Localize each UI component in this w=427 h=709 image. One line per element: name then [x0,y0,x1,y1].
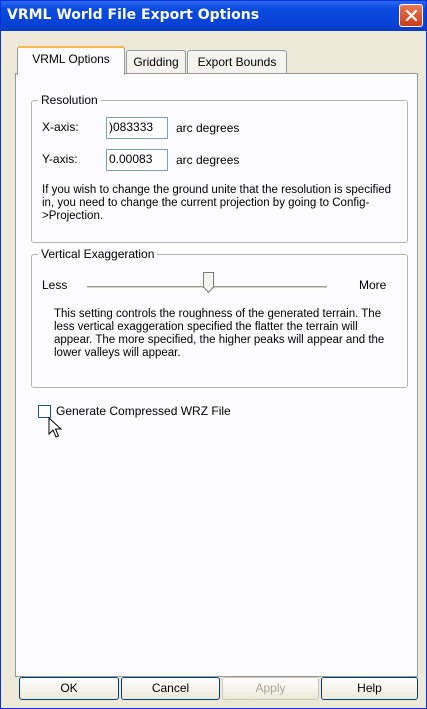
cancel-button[interactable]: Cancel [121,677,220,700]
mouse-pointer-icon [48,416,63,438]
generate-wrz-label[interactable]: Generate Compressed WRZ File [56,404,231,418]
resolution-group: Resolution X-axis: )083333 arc degrees Y… [31,92,408,243]
window-title: VRML World File Export Options [7,7,260,23]
slider-more-label: More [359,278,387,292]
vertical-exaggeration-group: Vertical Exaggeration Less More This set… [31,246,408,388]
slider-less-label: Less [42,278,68,292]
vertical-exaggeration-legend: Vertical Exaggeration [38,246,158,262]
apply-button[interactable]: Apply [222,677,319,700]
exaggeration-slider-thumb[interactable] [203,272,214,296]
tab-export-bounds[interactable]: Export Bounds [187,50,287,74]
close-icon [405,9,418,22]
tab-gridding[interactable]: Gridding [126,50,186,74]
x-axis-unit: arc degrees [176,121,240,135]
resolution-note: If you wish to change the ground unite t… [42,184,392,222]
y-axis-input[interactable]: 0.00083 [106,149,168,171]
resolution-legend: Resolution [38,92,101,108]
tab-strip: VRML Options Gridding Export Bounds [17,46,417,75]
dialog-window: VRML World File Export Options VRML Opti… [0,0,427,709]
title-bar[interactable]: VRML World File Export Options [1,1,426,31]
tab-panel-vrml-options: Resolution X-axis: )083333 arc degrees Y… [15,73,418,677]
ok-button[interactable]: OK [19,677,119,700]
help-button[interactable]: Help [321,677,418,700]
close-button[interactable] [399,4,423,27]
x-axis-input[interactable]: )083333 [106,117,168,139]
y-axis-label: Y-axis: [42,152,78,166]
vertical-exaggeration-description: This setting controls the roughness of t… [54,308,385,359]
y-axis-unit: arc degrees [176,153,240,167]
mouse-pointer [48,416,63,442]
slider-thumb-icon [203,272,214,294]
tab-vrml-options[interactable]: VRML Options [17,46,125,75]
x-axis-label: X-axis: [42,120,79,134]
